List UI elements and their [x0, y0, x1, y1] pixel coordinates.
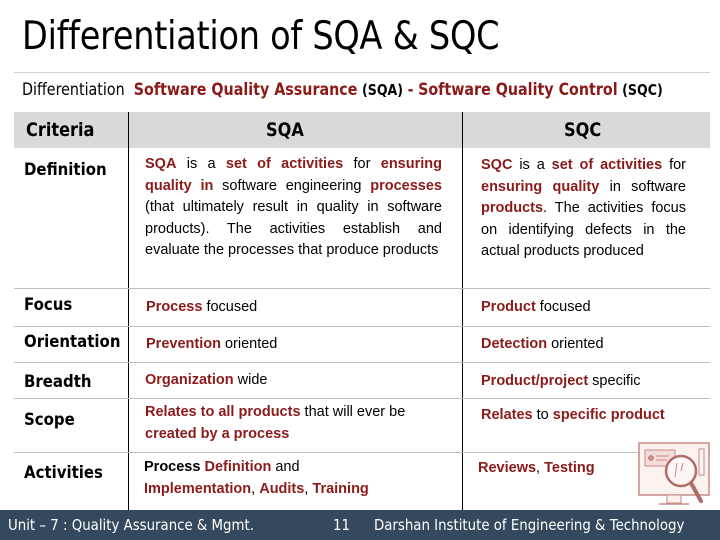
slide-subtitle: Differentiation Software Quality Assuran… — [22, 80, 663, 100]
row-divider — [14, 452, 710, 453]
highlight-term: SQA — [145, 156, 177, 172]
sqc-definition: SQC is a set of activities for ensuring … — [481, 155, 686, 263]
highlight-term: Definition — [204, 459, 272, 475]
footer-unit: Unit – 7 : Quality Assurance & Mgmt. — [8, 516, 254, 534]
header-criteria: Criteria — [26, 119, 95, 141]
header-sqa: SQA — [266, 119, 304, 141]
criteria-orientation: Orientation — [24, 332, 121, 352]
highlight-term: Product/project — [481, 373, 589, 389]
highlight-term: set of activities — [225, 156, 344, 172]
cell-text: that will ever be — [300, 404, 406, 420]
cell-text: , — [536, 460, 545, 476]
subtitle-dash: - — [407, 80, 414, 100]
highlight-term: Relates — [481, 407, 533, 423]
subtitle-lead: Differentiation — [22, 80, 125, 100]
highlight-term: processes — [370, 177, 442, 194]
cell-text: in software — [599, 178, 686, 195]
highlight-term: Process — [146, 299, 203, 315]
cell-text: wide — [233, 372, 268, 388]
sqa-scope: Relates to all products that will ever b… — [145, 402, 450, 445]
cell-text: and — [271, 459, 300, 475]
highlight-term: specific product — [552, 407, 665, 423]
footer-institute: Darshan Institute of Engineering & Techn… — [374, 516, 685, 534]
cell-text: for — [662, 157, 687, 173]
sqa-orientation: Prevention oriented — [146, 334, 446, 356]
criteria-focus: Focus — [24, 295, 73, 315]
sqc-scope: Relates to specific product — [481, 405, 711, 427]
sqc-breadth: Product/project specific — [481, 371, 701, 393]
highlight-term: Training — [312, 480, 369, 497]
row-divider — [14, 398, 710, 399]
cell-text: (that ultimately result in quality in so… — [145, 199, 442, 258]
slide-footer: Unit – 7 : Quality Assurance & Mgmt. 11 … — [0, 510, 720, 540]
highlight-term: Relates to all products — [145, 404, 301, 420]
cell-text: to — [532, 407, 553, 423]
subtitle-sqc-abbr: (SQC) — [622, 81, 663, 99]
cell-text: for — [343, 156, 381, 172]
title-divider — [14, 72, 710, 73]
row-divider — [14, 326, 710, 327]
highlight-term: Audits — [259, 480, 305, 497]
criteria-definition: Definition — [24, 160, 107, 180]
sqa-definition: SQA is a set of activities for ensuring … — [145, 154, 442, 262]
cell-text: focused — [202, 299, 258, 315]
cell-text: oriented — [547, 336, 604, 352]
sqc-focus: Product focused — [481, 297, 701, 319]
sqa-focus: Process focused — [146, 297, 446, 319]
cell-text: is a — [512, 157, 552, 173]
highlight-term: Implementation — [144, 480, 252, 497]
cell-text: oriented — [220, 336, 278, 352]
highlight-term: Reviews — [478, 460, 537, 476]
highlight-term: SQC — [481, 157, 513, 173]
cell-text: , — [251, 480, 260, 497]
monitor-magnifier-icon — [638, 442, 710, 505]
row-divider — [14, 288, 710, 289]
subtitle-sqa-abbr: (SQA) — [362, 81, 404, 99]
highlight-term: set of activities — [551, 157, 663, 173]
cell-text: software engineering — [213, 177, 371, 194]
monitor-stand — [666, 494, 682, 504]
cell-text: is a — [176, 156, 226, 172]
sqc-activities: Reviews, Testing — [478, 458, 628, 480]
column-divider-1 — [128, 112, 129, 510]
highlight-term: Organization — [145, 372, 234, 388]
slide-title: Differentiation of SQA & SQC — [22, 14, 500, 59]
sqa-activities: Process Definition and Implementation, A… — [144, 457, 404, 500]
subtitle-sqa-full: Software Quality Assurance — [133, 80, 358, 100]
row-divider — [14, 362, 710, 363]
table-header-row: Criteria SQA SQC — [14, 112, 710, 148]
header-sqc: SQC — [564, 119, 602, 141]
criteria-scope: Scope — [24, 410, 75, 430]
highlight-term: created by a process — [145, 425, 290, 442]
criteria-breadth: Breadth — [24, 372, 92, 392]
bold-term: Process — [144, 459, 205, 475]
highlight-term: Detection — [481, 336, 548, 352]
highlight-term: Prevention — [146, 336, 221, 352]
sqc-orientation: Detection oriented — [481, 334, 701, 356]
sqa-breadth: Organization wide — [145, 370, 445, 392]
highlight-term: products — [481, 200, 544, 216]
highlight-term: ensuring quality — [481, 178, 600, 195]
column-divider-2 — [462, 112, 463, 510]
cell-text: specific — [588, 373, 641, 389]
cell-text: focused — [535, 299, 591, 315]
footer-page-number: 11 — [333, 516, 350, 534]
highlight-term: Testing — [544, 460, 595, 476]
subtitle-sqc-full: Software Quality Control — [418, 80, 618, 100]
highlight-term: Product — [481, 299, 536, 315]
screen-dot — [648, 455, 654, 461]
criteria-activities: Activities — [24, 463, 103, 483]
